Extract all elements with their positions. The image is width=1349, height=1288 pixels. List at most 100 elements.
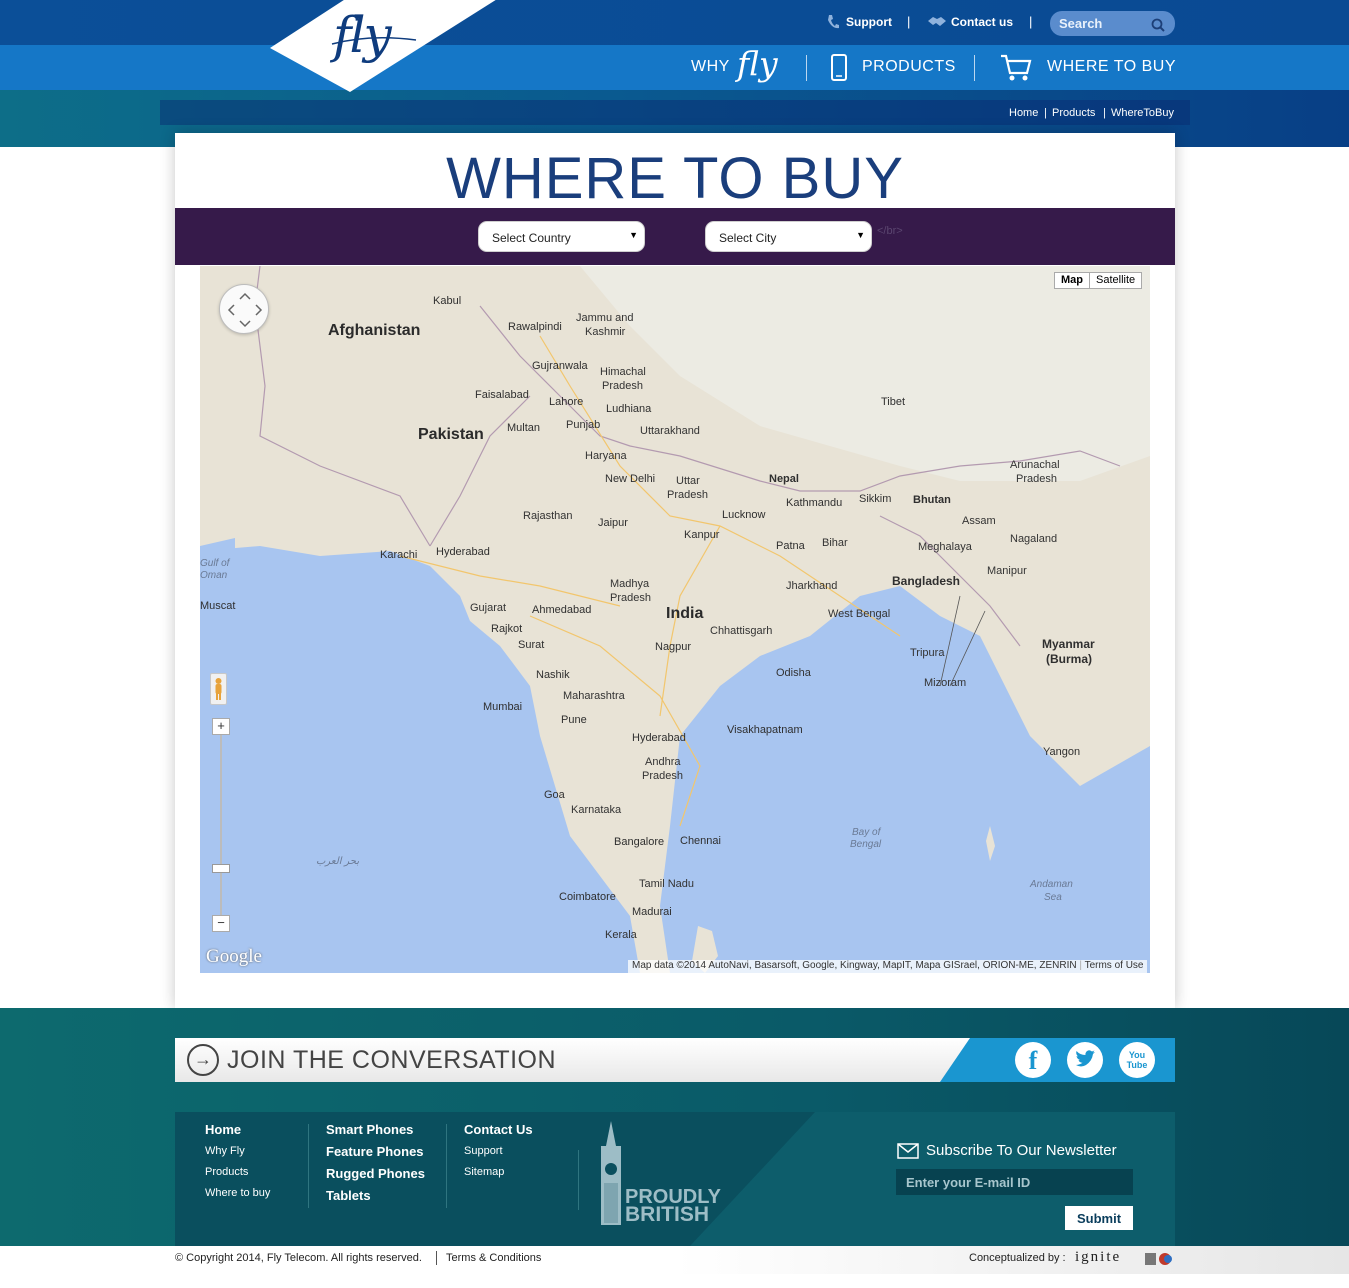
logo-swoosh-icon xyxy=(331,37,417,45)
map-label-country: Bangladesh xyxy=(892,574,961,588)
breadcrumb-current: WhereToBuy xyxy=(1111,107,1174,119)
map-label-region: Tamil Nadu xyxy=(639,878,695,890)
facebook-icon[interactable]: f xyxy=(1015,1042,1051,1078)
map-label-region: Jharkhand xyxy=(786,580,838,592)
pan-control[interactable] xyxy=(219,284,269,334)
map-label-city: Kanpur xyxy=(684,529,720,541)
city-select[interactable]: Select City ▼ xyxy=(705,221,872,252)
breadcrumb-products[interactable]: Products xyxy=(1052,107,1095,119)
map-label-region: Goa xyxy=(544,789,565,801)
map-label-water: Bay of xyxy=(852,827,881,838)
map-label-region: Chhattisgarh xyxy=(710,625,773,637)
map-label-region: Pradesh xyxy=(610,592,651,604)
breadcrumb-home[interactable]: Home xyxy=(1009,107,1038,119)
nav-where-to-buy[interactable]: WHERE TO BUY xyxy=(1047,58,1176,76)
map-label-city: Chennai xyxy=(680,835,721,847)
map-type-satellite-button[interactable]: Satellite xyxy=(1089,272,1143,289)
map-label-city: Nashik xyxy=(536,669,570,681)
map-label-city: Visakhapatnam xyxy=(727,724,803,736)
map-label-city: Coimbatore xyxy=(559,891,616,903)
search-box xyxy=(1050,11,1175,36)
nav-fly-logo[interactable]: fly xyxy=(737,44,778,83)
footer-link-why-fly[interactable]: Why Fly xyxy=(205,1145,245,1157)
nav-why-fly[interactable]: WHY xyxy=(691,58,730,76)
map-label-city: Hyderabad xyxy=(632,732,686,744)
map-label-city: Jaipur xyxy=(598,517,628,529)
ignite-logo[interactable]: ignite xyxy=(1075,1249,1121,1266)
map-label-city: Yangon xyxy=(1043,746,1081,758)
youtube-icon[interactable]: You Tube xyxy=(1119,1042,1155,1078)
footer-link-where-to-buy[interactable]: Where to buy xyxy=(205,1187,270,1199)
zoom-out-button[interactable]: − xyxy=(212,915,230,932)
zoom-slider-track[interactable] xyxy=(220,734,222,916)
search-icon[interactable] xyxy=(1151,18,1165,32)
map-label-region: Andhra xyxy=(645,756,681,768)
twitter-icon[interactable] xyxy=(1067,1042,1103,1078)
footer-link-products[interactable]: Products xyxy=(205,1166,248,1178)
map-label-water: Sea xyxy=(1044,892,1062,903)
map-terms-link[interactable]: Terms of Use xyxy=(1085,960,1144,971)
map-label-region: Assam xyxy=(962,515,996,527)
footer-link-sitemap[interactable]: Sitemap xyxy=(464,1166,504,1178)
map-type-map-button[interactable]: Map xyxy=(1054,272,1090,289)
map-label-city: Mumbai xyxy=(483,701,523,713)
terms-link[interactable]: Terms & Conditions xyxy=(446,1252,541,1264)
map-label-region: Uttar xyxy=(676,475,700,487)
filter-bar xyxy=(175,208,1175,265)
newsletter-title: Subscribe To Our Newsletter xyxy=(926,1142,1117,1159)
map-label-country: India xyxy=(666,605,704,622)
footer-link-rugged-phones[interactable]: Rugged Phones xyxy=(326,1166,425,1181)
map-label-region: Rajasthan xyxy=(523,510,573,522)
map-label-country: Afghanistan xyxy=(328,322,421,339)
map-label-region: Karnataka xyxy=(571,804,622,816)
footer-link-smart-phones[interactable]: Smart Phones xyxy=(326,1122,413,1137)
map-label-region: Meghalaya xyxy=(918,541,972,553)
newsletter-email-input[interactable] xyxy=(896,1169,1133,1195)
separator: | xyxy=(907,14,911,29)
twitter-bird-icon xyxy=(1076,1050,1095,1067)
map-label-city: Rajkot xyxy=(491,623,523,635)
map-label-city: Karachi xyxy=(380,549,418,561)
map-label-city: Patna xyxy=(776,540,805,552)
join-conversation-title: JOIN THE CONVERSATION xyxy=(227,1046,557,1074)
dropdown-arrow-icon: ▼ xyxy=(629,230,638,240)
map-label-water: Oman xyxy=(200,570,228,581)
footer-link-home[interactable]: Home xyxy=(205,1122,241,1137)
footer-link-contact-us[interactable]: Contact Us xyxy=(464,1122,533,1137)
breadcrumb-separator: | xyxy=(1103,107,1106,119)
copyright-text: © Copyright 2014, Fly Telecom. All right… xyxy=(175,1252,422,1264)
conceptualized-text: Conceptualized by : xyxy=(969,1252,1066,1264)
contact-us-link[interactable]: Contact us xyxy=(951,15,1013,29)
map-label-region: Gujarat xyxy=(470,602,507,614)
map-attribution-text: Map data ©2014 AutoNavi, Basarsoft, Goog… xyxy=(632,960,1077,971)
map-label-city: Nagpur xyxy=(655,641,692,653)
support-link[interactable]: Support xyxy=(846,15,892,29)
british-text: BRITISH xyxy=(625,1203,709,1226)
search-input[interactable] xyxy=(1059,14,1149,32)
map[interactable]: Afghanistan Pakistan India Nepal Bhutan … xyxy=(200,266,1150,973)
map-label-country: Tibet xyxy=(881,396,906,408)
map-label-region: Nagaland xyxy=(1010,533,1058,545)
phone-icon xyxy=(828,15,839,29)
arrow-right-icon: → xyxy=(187,1044,219,1076)
nav-products[interactable]: PRODUCTS xyxy=(862,58,956,76)
mobile-phone-icon xyxy=(831,54,847,81)
newsletter-submit-button[interactable]: Submit xyxy=(1065,1206,1133,1230)
footer-link-tablets[interactable]: Tablets xyxy=(326,1188,371,1203)
map-label-city: Madurai xyxy=(632,906,672,918)
map-label-region: Pradesh xyxy=(1016,473,1057,485)
map-label-country: Myanmar xyxy=(1042,637,1095,651)
map-label-city: Multan xyxy=(507,422,541,434)
zoom-slider-handle[interactable] xyxy=(212,864,230,873)
footer-link-feature-phones[interactable]: Feature Phones xyxy=(326,1144,424,1159)
zoom-in-button[interactable]: + xyxy=(212,718,230,735)
street-view-pegman-icon[interactable] xyxy=(210,673,227,705)
map-label-region: Pradesh xyxy=(602,380,643,392)
footer-link-support[interactable]: Support xyxy=(464,1145,503,1157)
nav-divider xyxy=(974,55,975,81)
google-logo[interactable]: Google xyxy=(206,946,262,968)
country-select[interactable]: Select Country ▼ xyxy=(478,221,645,252)
map-label-region: Manipur xyxy=(987,565,1027,577)
page-bottom-spacer xyxy=(0,1274,1349,1288)
shopping-cart-icon xyxy=(1001,54,1032,81)
